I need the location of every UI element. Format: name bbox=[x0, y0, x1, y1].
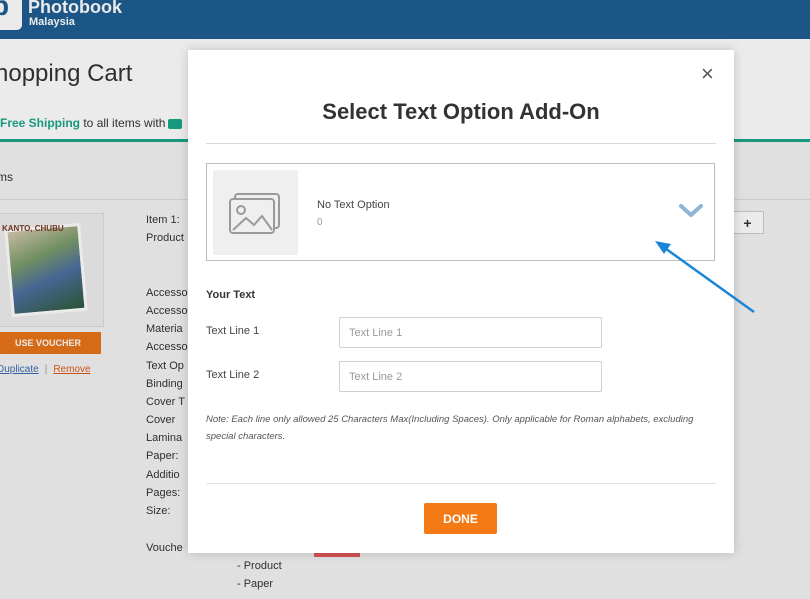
option-price: 0 bbox=[317, 217, 323, 228]
character-limit-note: Note: Each line only allowed 25 Characte… bbox=[206, 414, 694, 442]
text-option-selector[interactable]: No Text Option 0 bbox=[206, 163, 715, 261]
footer-divider bbox=[206, 483, 716, 484]
close-icon[interactable]: × bbox=[701, 63, 714, 85]
text-line-2-input[interactable] bbox=[339, 361, 602, 392]
text-line-1-input[interactable] bbox=[339, 317, 602, 348]
text-line-2-label: Text Line 2 bbox=[206, 369, 260, 381]
modal-title: Select Text Option Add-On bbox=[322, 99, 600, 124]
title-divider bbox=[206, 143, 716, 144]
chevron-down-icon[interactable] bbox=[679, 204, 703, 223]
image-placeholder-icon bbox=[213, 170, 298, 255]
text-line-1-label: Text Line 1 bbox=[206, 325, 260, 337]
text-option-modal: × Select Text Option Add-On No Text Opti… bbox=[188, 50, 734, 553]
your-text-heading: Your Text bbox=[206, 289, 256, 301]
done-button[interactable]: DONE bbox=[424, 503, 497, 534]
option-name: No Text Option bbox=[317, 199, 390, 211]
